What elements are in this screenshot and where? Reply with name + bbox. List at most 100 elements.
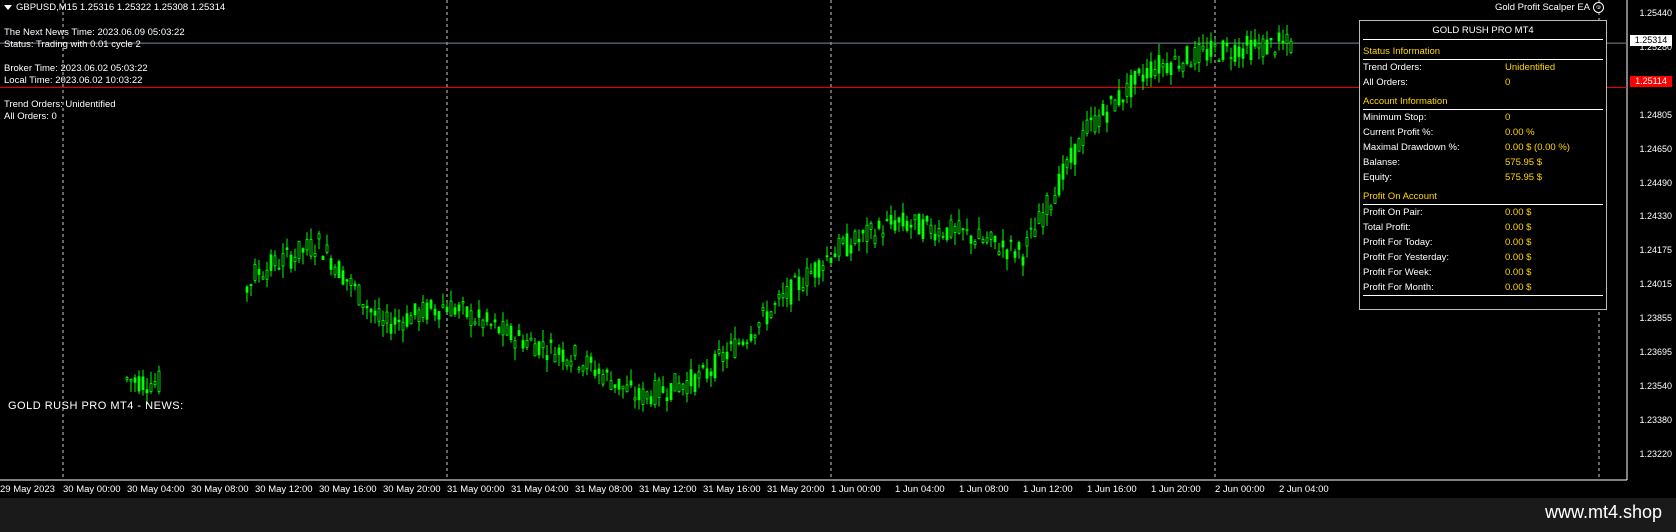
candle-body (649, 396, 653, 405)
candle-body (1129, 75, 1133, 98)
ea-name-label: Gold Profit Scalper EA ☺ (1494, 2, 1604, 14)
account-row-key: Balanse: (1363, 157, 1400, 168)
chart-menu-icon[interactable] (4, 4, 12, 10)
time-axis-label: 31 May 00:00 (447, 484, 505, 495)
candle-body (869, 222, 873, 230)
candle-body (729, 341, 733, 345)
candle-body (653, 380, 657, 406)
candle-body (901, 212, 905, 227)
candle-body (429, 299, 433, 309)
candle-body (1041, 212, 1045, 228)
candle-body (645, 391, 649, 400)
account-row: Current Profit %: 0.00 % (1363, 125, 1603, 140)
candle-body (509, 325, 513, 340)
candle-body (133, 377, 137, 383)
candle-body (861, 230, 865, 234)
time-axis-label: 30 May 00:00 (63, 484, 121, 495)
candle-body (457, 304, 461, 312)
candle-body (665, 397, 669, 402)
candle-body (1049, 205, 1053, 211)
account-row-value: 0.00 % (1505, 127, 1535, 138)
candle-body (505, 324, 509, 336)
candle-body (677, 382, 681, 392)
status-text: Status: Trading with 0.01 cycle 2 (4, 39, 141, 50)
candle-body (1273, 51, 1277, 56)
candle-body (441, 304, 445, 308)
profit-row: Profit For Today: 0.00 $ (1363, 235, 1603, 250)
candle-body (1153, 69, 1157, 77)
time-axis-label: 31 May 16:00 (703, 484, 761, 495)
candle-body (565, 359, 569, 367)
candle-body (1117, 90, 1121, 106)
candle-body (713, 353, 717, 379)
account-row: Maximal Drawdown %: 0.00 $ (0.00 %) (1363, 140, 1603, 155)
candle-body (977, 228, 981, 240)
candle-body (1089, 117, 1093, 121)
candle-body (1213, 44, 1217, 47)
candle-body (789, 279, 793, 305)
candle-body (249, 284, 253, 287)
account-row-value: 0.00 $ (0.00 %) (1505, 142, 1570, 153)
candle-body (1241, 48, 1245, 59)
candle-body (425, 302, 429, 320)
profit-row: Profit For Week: 0.00 $ (1363, 265, 1603, 280)
candle-body (473, 321, 477, 325)
candle-body (597, 368, 601, 374)
candle-body (433, 308, 437, 316)
candle-body (445, 306, 449, 313)
time-axis-label: 1 Jun 08:00 (959, 484, 1009, 495)
candle-body (621, 385, 625, 390)
candle-body (269, 254, 273, 271)
candle-body (1269, 37, 1273, 41)
candle-body (877, 220, 881, 229)
candle-body (1185, 46, 1189, 65)
chart-title[interactable]: GBPUSD,M15 1.25316 1.25322 1.25308 1.253… (4, 2, 225, 13)
status-section-header: Status Information (1363, 46, 1603, 60)
candle-body (297, 240, 301, 259)
red-line-price-box: 1.25114 (1630, 76, 1672, 87)
status-row-value: Unidentified (1505, 62, 1556, 73)
time-axis-label: 2 Jun 00:00 (1215, 484, 1265, 495)
account-row-key: Maximal Drawdown %: (1363, 142, 1460, 153)
candle-body (573, 345, 577, 357)
candle-body (1105, 111, 1109, 123)
candle-body (589, 356, 593, 363)
candle-body (377, 308, 381, 322)
price-axis-label: 1.24015 (1639, 279, 1672, 290)
time-axis-label: 1 Jun 20:00 (1151, 484, 1201, 495)
candle-body (773, 303, 777, 305)
candle-body (641, 388, 645, 405)
candle-body (949, 219, 953, 238)
price-axis-label: 1.23220 (1639, 448, 1672, 459)
candle-body (829, 257, 833, 263)
candle-body (1101, 103, 1105, 116)
candle-body (737, 342, 741, 345)
local-time: Local Time: 2023.06.02 10:03:22 (4, 75, 143, 86)
time-axis-label: 1 Jun 00:00 (831, 484, 881, 495)
candle-body (253, 263, 257, 281)
candle-body (1165, 63, 1169, 73)
candle-body (1025, 237, 1029, 247)
time-axis-label: 30 May 08:00 (191, 484, 249, 495)
status-row: All Orders: 0 (1363, 75, 1603, 90)
candle-body (1093, 115, 1097, 133)
candle-body (1045, 194, 1049, 215)
candle-body (753, 334, 757, 338)
price-axis-label: 1.24490 (1639, 177, 1672, 188)
time-axis-label: 30 May 20:00 (383, 484, 441, 495)
candle-body (541, 341, 545, 349)
candle-body (1133, 70, 1137, 85)
candle-body (993, 235, 997, 243)
candle-body (1085, 119, 1089, 134)
candle-body (245, 286, 249, 293)
profit-row-key: Profit On Pair: (1363, 207, 1423, 218)
candle-body (945, 227, 949, 240)
candle-body (1173, 55, 1177, 60)
candle-body (481, 319, 485, 329)
candle-body (129, 379, 133, 382)
candle-body (581, 365, 585, 372)
profit-row-value: 0.00 $ (1505, 222, 1532, 233)
price-axis-label: 1.25440 (1639, 8, 1672, 18)
profit-row-key: Profit For Week: (1363, 267, 1432, 278)
candle-body (973, 241, 977, 246)
